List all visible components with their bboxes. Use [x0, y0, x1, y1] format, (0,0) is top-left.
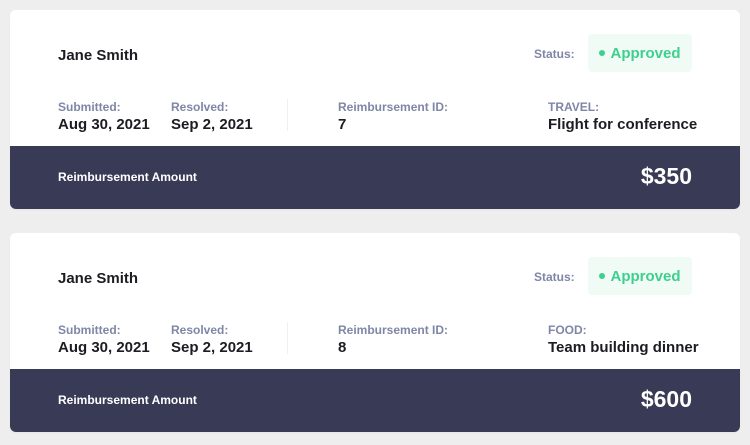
employee-name: Jane Smith	[58, 47, 139, 64]
resolved-label: Resolved:	[171, 323, 229, 337]
amount-label: Reimbursement Amount	[58, 393, 197, 407]
amount-footer: Reimbursement Amount $600	[10, 369, 740, 432]
status-badge: Approved	[588, 34, 692, 72]
employee-name: Jane Smith	[58, 270, 139, 287]
description: Flight for conference	[548, 116, 698, 133]
status-text: Approved	[610, 44, 681, 62]
resolved-label: Resolved:	[171, 100, 229, 114]
reimbursement-card: Jane Smith Status: Approved Submitted: A…	[10, 10, 740, 209]
reimbursement-card: Jane Smith Status: Approved Submitted: A…	[10, 233, 740, 432]
status-text: Approved	[610, 267, 681, 285]
submitted-date: Aug 30, 2021	[58, 116, 150, 133]
resolved-date: Sep 2, 2021	[171, 116, 253, 133]
status-label: Status:	[534, 270, 575, 284]
category-label: TRAVEL:	[548, 100, 600, 114]
column-divider	[287, 99, 288, 131]
status-badge: Approved	[588, 257, 692, 295]
dot-icon	[599, 50, 606, 56]
dot-icon	[599, 273, 606, 279]
column-divider	[287, 322, 288, 354]
submitted-label: Submitted:	[58, 323, 121, 337]
amount-value: $600	[640, 386, 692, 412]
reimbursement-id-label: Reimbursement ID:	[338, 323, 449, 337]
resolved-date: Sep 2, 2021	[171, 339, 253, 356]
amount-footer: Reimbursement Amount $350	[10, 146, 740, 209]
amount-value: $350	[640, 163, 692, 189]
submitted-label: Submitted:	[58, 100, 121, 114]
status-label: Status:	[534, 47, 575, 61]
category-label: FOOD:	[548, 323, 587, 337]
reimbursement-id: 8	[338, 339, 347, 356]
submitted-date: Aug 30, 2021	[58, 339, 150, 356]
reimbursement-id-label: Reimbursement ID:	[338, 100, 449, 114]
reimbursement-id: 7	[338, 116, 347, 133]
description: Team building dinner	[548, 339, 699, 356]
amount-label: Reimbursement Amount	[58, 170, 197, 184]
